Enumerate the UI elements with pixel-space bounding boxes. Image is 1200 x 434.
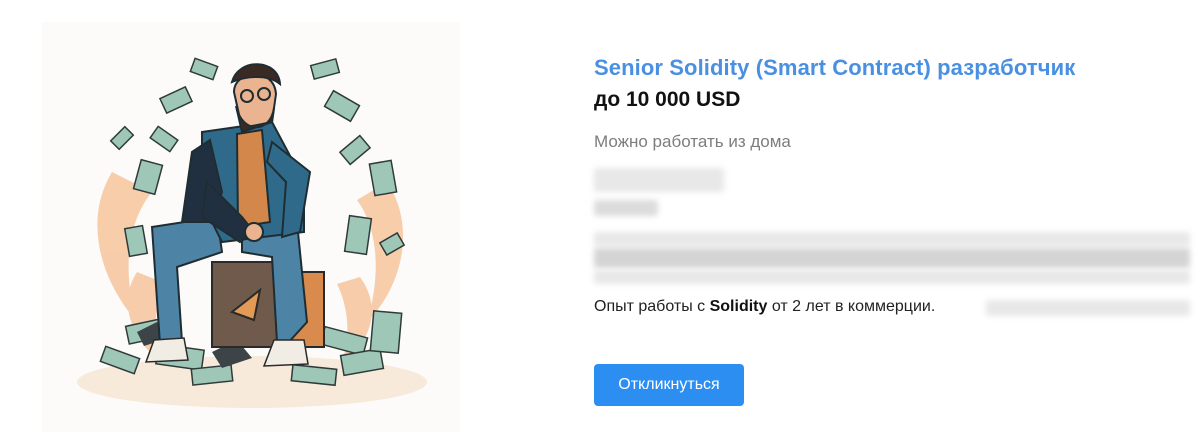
requirement-skill: Solidity [709, 298, 768, 315]
redacted-text-block [594, 270, 1190, 284]
vacancy-card: Senior Solidity (Smart Contract) разрабо… [0, 0, 1200, 434]
redacted-text-block [594, 248, 1190, 268]
job-title[interactable]: Senior Solidity (Smart Contract) разрабо… [594, 55, 1075, 81]
crate [211, 261, 325, 348]
money-man-illustration [42, 22, 460, 432]
respond-button[interactable]: Откликнуться [594, 364, 744, 406]
redacted-text-block [594, 200, 658, 216]
remote-work-label: Можно работать из дома [594, 132, 791, 151]
vacancy-content: Senior Solidity (Smart Contract) разрабо… [594, 0, 1200, 434]
requirement-prefix: Опыт работы с [594, 298, 710, 315]
redacted-text-block [594, 232, 1190, 246]
redacted-text-block [986, 300, 1190, 316]
requirement-suffix: от 2 лет в коммерции. [767, 298, 936, 315]
salary-text: до 10 000 USD [594, 88, 741, 111]
head [230, 63, 282, 134]
redacted-text-block [594, 168, 724, 192]
requirement-text: Опыт работы с Solidity от 2 лет в коммер… [594, 298, 935, 316]
illustration-svg [77, 57, 427, 408]
